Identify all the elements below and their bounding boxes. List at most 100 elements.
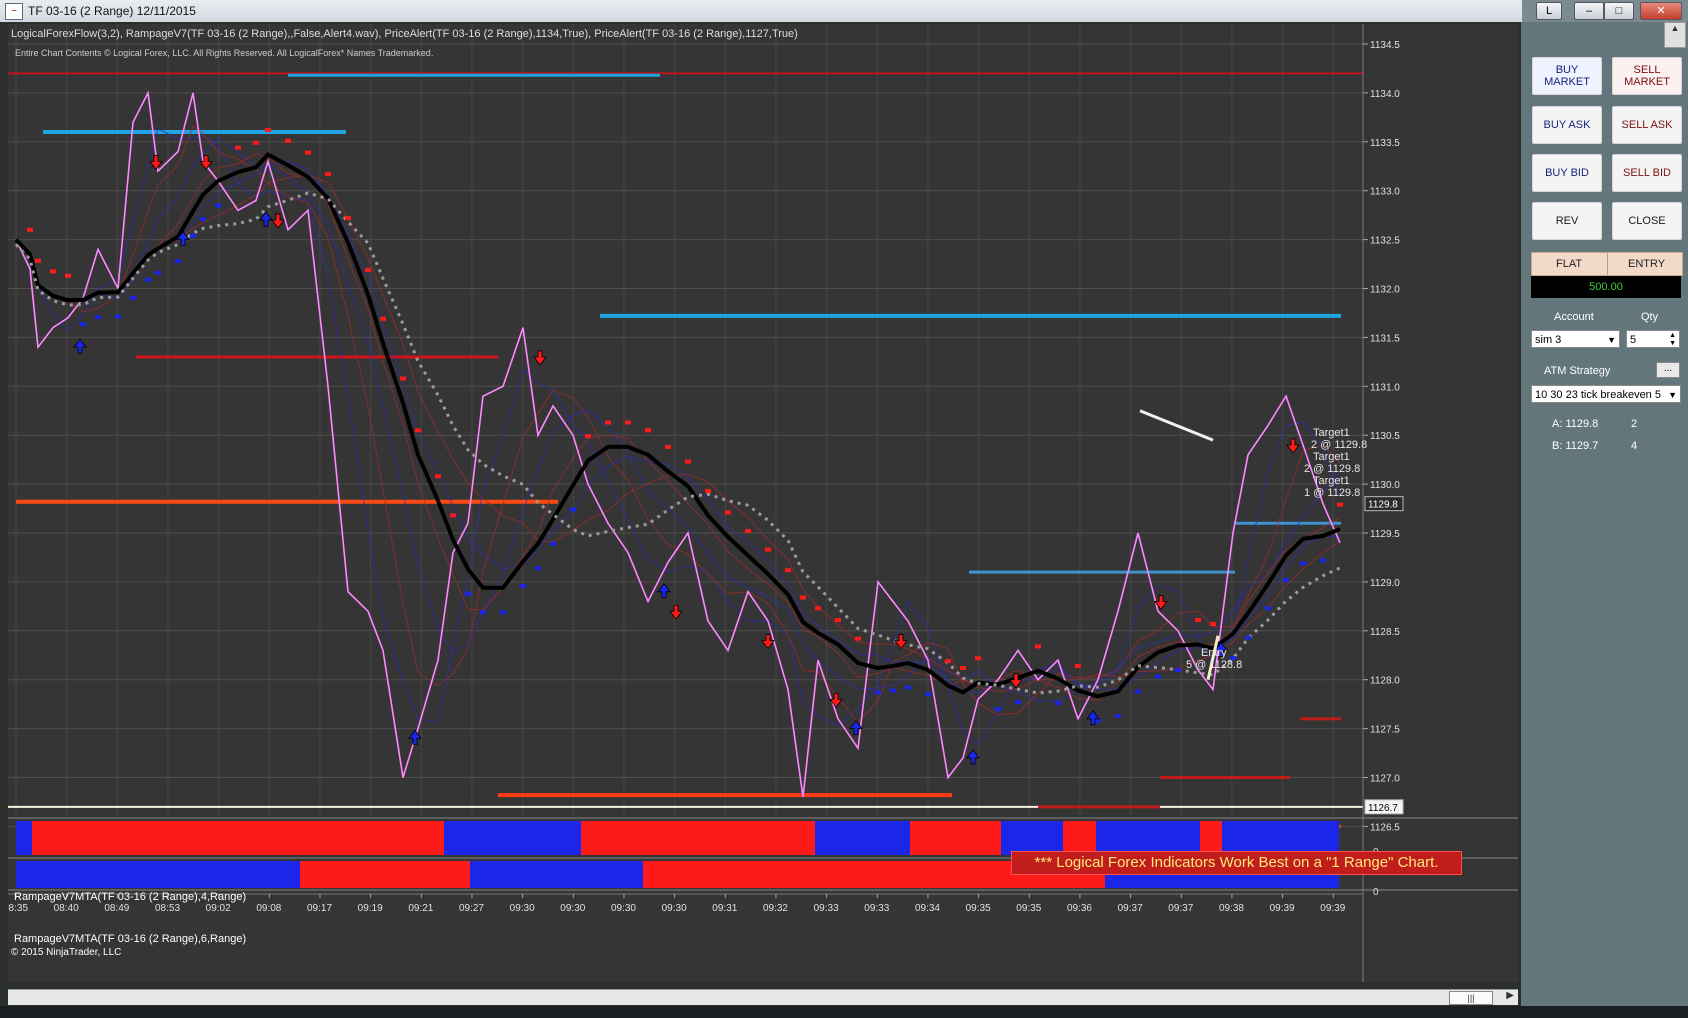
account-select[interactable]: sim 3 ▼ [1531, 330, 1620, 348]
trend-dot [705, 488, 711, 493]
atm-properties-button[interactable]: ... [1656, 362, 1680, 378]
position-status: FLAT ENTRY [1531, 252, 1683, 276]
quantity-stepper[interactable]: 5 ▲ ▼ [1626, 330, 1680, 348]
time-tick-label: 09:39 [1320, 903, 1345, 914]
trend-segment [1200, 821, 1222, 855]
trend-dot [835, 618, 841, 623]
trend-dot [1195, 618, 1201, 623]
trend-dot [625, 420, 631, 425]
trend-dot [1035, 644, 1041, 649]
trend-dot [925, 692, 931, 697]
trend-dot [975, 656, 981, 661]
position-flat-label: FLAT [1556, 258, 1583, 270]
trend-dot [1245, 635, 1251, 640]
trend-dot [80, 322, 86, 327]
restore-button[interactable]: □ [1604, 2, 1634, 20]
price-tick-label: 1129.5 [1370, 529, 1400, 540]
trend-dot [800, 595, 806, 600]
window-titlebar: ~ TF 03-16 (2 Range) 12/11/2015 [0, 0, 1522, 22]
profit-loss-display: 500.00 [1531, 276, 1681, 298]
time-tick-label: 08:53 [155, 903, 180, 914]
target-qty: 1 @ 1129.8 [1304, 487, 1361, 499]
atm-strategy-select[interactable]: 10 30 23 tick breakeven 5 ▼ [1531, 385, 1681, 403]
trend-dot [1075, 664, 1081, 669]
time-tick-label: 09:39 [1270, 903, 1295, 914]
trend-dot [190, 233, 196, 238]
chevron-down-icon[interactable]: ▼ [1668, 386, 1677, 404]
rampage-4-label: RampageV7MTA(TF 03-16 (2 Range),4,Range) [14, 891, 247, 903]
chart-copyright: Entire Chart Contents © Logical Forex, L… [15, 48, 434, 58]
price-tick-label: 1130.0 [1370, 480, 1400, 491]
price-chart[interactable]: 1134.5 1134.0 1133.5 1133.0 1132.5 1132.0 1131… [8, 24, 1518, 982]
close-position-button[interactable]: CLOSE [1612, 202, 1682, 240]
trend-dot [1095, 718, 1101, 723]
scroll-thumb[interactable]: ||| [1449, 991, 1493, 1005]
chart-app-icon: ~ [5, 3, 23, 20]
panel-scroll-up-icon[interactable]: ▲ [1664, 22, 1686, 48]
trend-dot [50, 269, 56, 274]
atm-strategy-value: 10 30 23 tick breakeven 5 [1535, 389, 1661, 401]
account-value: sim 3 [1535, 334, 1562, 346]
price-tick-label: 1127.0 [1370, 774, 1400, 785]
trend-dot [520, 583, 526, 588]
trend-dot [175, 259, 181, 264]
trend-dot [1115, 713, 1121, 718]
trend-dot [905, 685, 911, 690]
trend-segment [470, 861, 643, 888]
trend-segment [581, 821, 815, 855]
buy-market-button[interactable]: BUY MARKET [1532, 57, 1602, 95]
trend-dot [65, 273, 71, 278]
sell-signal-arrow-icon [149, 154, 163, 171]
trend-dot [450, 513, 456, 518]
divider [1607, 253, 1608, 275]
trend-dot [785, 568, 791, 573]
chart-canvas[interactable]: 1134.5 1134.0 1133.5 1133.0 1132.5 1132.0 1131… [8, 24, 1518, 982]
trend-dot [765, 547, 771, 552]
price-tick-label: 1133.0 [1370, 187, 1400, 198]
trend-dot [855, 636, 861, 641]
atm-strategy-label: ATM Strategy [1544, 365, 1611, 377]
chevron-down-icon[interactable]: ▼ [1607, 331, 1616, 349]
trend-dot [1283, 577, 1289, 582]
close-button[interactable]: ✕ [1640, 2, 1682, 20]
trend-dot [875, 690, 881, 695]
buy-signal-arrow-icon [966, 749, 980, 765]
time-tick-label: 09:35 [966, 903, 991, 914]
sell-market-button[interactable]: SELL MARKET [1612, 57, 1682, 95]
window-controls: L – □ ✕ [1522, 0, 1688, 22]
window-title: TF 03-16 (2 Range) 12/11/2015 [28, 4, 196, 18]
trend-segment [16, 821, 32, 855]
reverse-button[interactable]: REV [1532, 202, 1602, 240]
link-indicator-button[interactable]: L [1536, 2, 1562, 20]
time-tick-label: 09:35 [1016, 903, 1041, 914]
ask-size: 2 [1631, 418, 1638, 430]
trend-dot [1155, 674, 1161, 679]
trend-segment [1096, 821, 1200, 855]
price-tick-label: 1132.0 [1370, 285, 1400, 296]
price-tick-label: 1127.5 [1370, 725, 1400, 736]
price-tick-label: 1131.5 [1370, 333, 1400, 344]
sell-ask-button[interactable]: SELL ASK [1612, 106, 1682, 144]
trend-dot [1135, 689, 1141, 694]
minimize-button[interactable]: – [1574, 2, 1604, 20]
trend-segment [300, 861, 470, 888]
trend-dot [215, 203, 221, 208]
scroll-right-icon[interactable]: ▶ [1506, 990, 1514, 1001]
time-tick-label: 09:02 [206, 903, 231, 914]
time-tick-label: 09:21 [408, 903, 433, 914]
stepper-arrows-icon[interactable]: ▲ ▼ [1669, 332, 1676, 348]
trend-dot [815, 606, 821, 611]
trend-dot [400, 376, 406, 381]
trend-dot [665, 444, 671, 449]
trend-dot [585, 434, 591, 439]
trend-dot [115, 314, 121, 319]
qty-label: Qty [1641, 311, 1659, 323]
trend-segment [244, 821, 444, 855]
trend-segment [815, 821, 910, 855]
trend-dot [465, 591, 471, 596]
horizontal-scrollbar[interactable]: ||| ▶ [8, 989, 1518, 1005]
target-qty: 2 @ 1129.8 [1311, 439, 1368, 451]
sell-bid-button[interactable]: SELL BID [1612, 154, 1682, 192]
buy-bid-button[interactable]: BUY BID [1532, 154, 1602, 192]
buy-ask-button[interactable]: BUY ASK [1532, 106, 1602, 144]
